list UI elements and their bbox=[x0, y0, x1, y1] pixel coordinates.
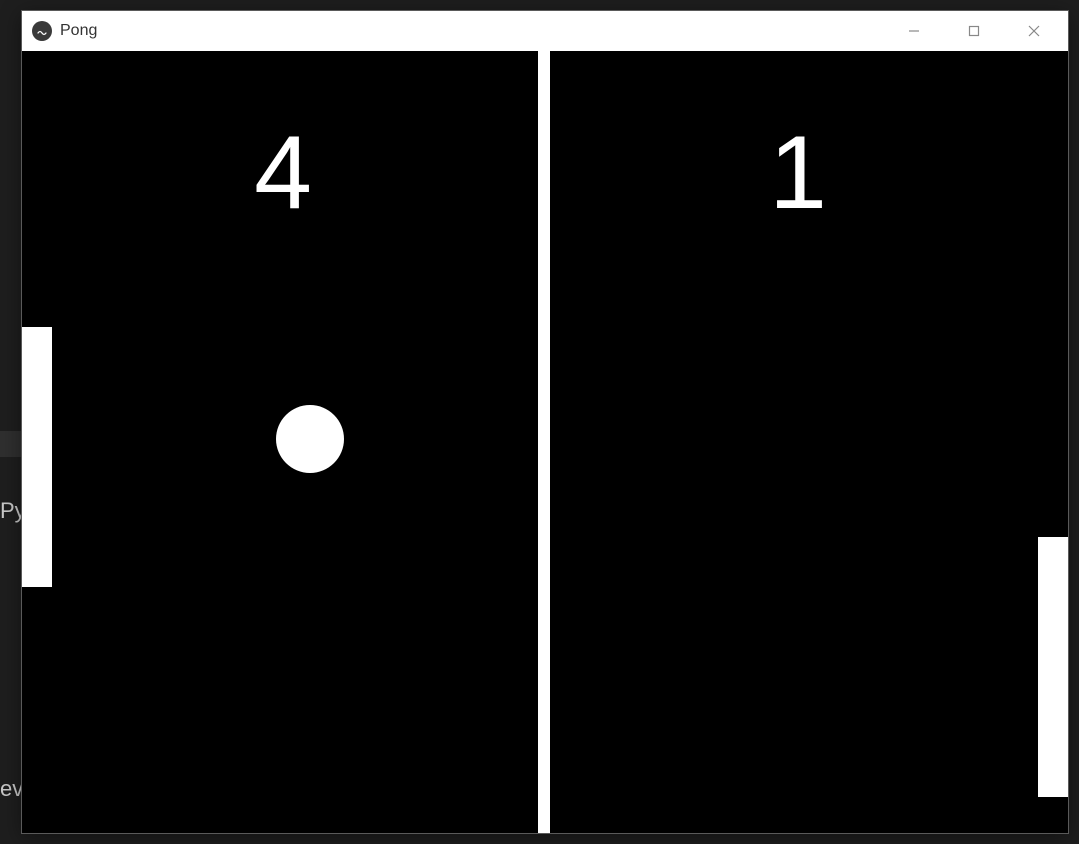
minimize-button[interactable] bbox=[884, 11, 944, 51]
score-left: 4 bbox=[254, 121, 312, 225]
maximize-button[interactable] bbox=[944, 11, 1004, 51]
close-icon bbox=[1027, 24, 1041, 38]
window-title: Pong bbox=[60, 22, 97, 40]
pong-window: Pong 4 1 bbox=[21, 10, 1069, 834]
game-area[interactable]: 4 1 bbox=[22, 51, 1068, 833]
paddle-left[interactable] bbox=[22, 327, 52, 587]
close-button[interactable] bbox=[1004, 11, 1064, 51]
score-right: 1 bbox=[769, 121, 827, 225]
background-text-ev: ev bbox=[0, 776, 23, 802]
window-controls bbox=[884, 11, 1064, 51]
center-net bbox=[538, 51, 550, 833]
minimize-icon bbox=[907, 24, 921, 38]
maximize-icon bbox=[967, 24, 981, 38]
app-icon bbox=[32, 21, 52, 41]
titlebar[interactable]: Pong bbox=[22, 11, 1068, 51]
ball bbox=[276, 405, 344, 473]
paddle-right[interactable] bbox=[1038, 537, 1068, 797]
game-canvas: 4 1 bbox=[22, 51, 1068, 833]
background-highlight bbox=[0, 431, 21, 457]
